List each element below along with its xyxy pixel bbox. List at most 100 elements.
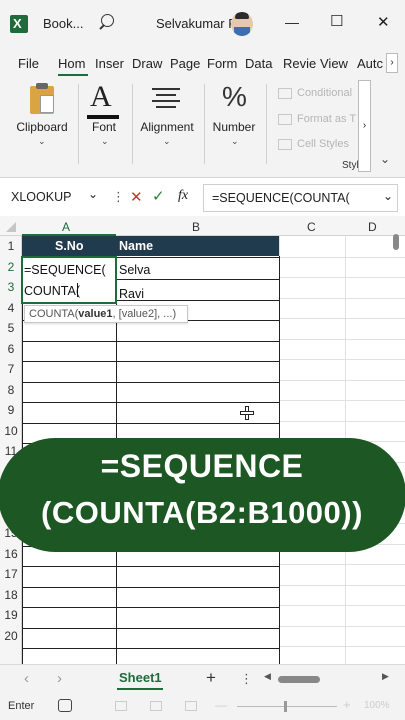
clipboard-chevron-icon[interactable]: ⌄ [38,136,46,147]
name-box-dropdown-icon[interactable]: ⌄ [88,187,98,201]
sheet-options-icon[interactable]: ⋮ [240,671,253,687]
tab-view[interactable]: View [320,56,348,71]
row-header-3[interactable]: 3 [0,280,22,294]
tab-home[interactable]: Hom [58,56,85,71]
row-header-9[interactable]: 9 [0,403,22,417]
tab-formulas[interactable]: Form [207,56,237,71]
sheet-prev-icon[interactable]: ‹ [24,670,29,687]
format-table-icon [278,114,292,125]
cell-b3[interactable]: Ravi [119,287,144,301]
tab-automate[interactable]: Autc [357,56,383,71]
minimize-button[interactable]: — [285,14,299,30]
tooltip-args-rest: , [value2], ...) [112,308,177,320]
tab-review[interactable]: Revie [283,56,316,71]
worksheet-grid[interactable]: A B C D 1234567891011121314151617181920 … [0,216,405,664]
cell-a2[interactable]: =SEQUENCE( [24,263,106,277]
number-label[interactable]: Number [208,120,260,134]
tab-page[interactable]: Page [170,56,200,71]
hscroll-left-icon[interactable]: ◀ [264,671,271,682]
close-button[interactable]: ✕ [377,13,390,31]
row-header-19[interactable]: 19 [0,608,22,622]
vertical-scroll-thumb[interactable] [393,234,399,250]
row-header-18[interactable]: 18 [0,588,22,602]
ribbon-divider [78,84,79,164]
row-header-20[interactable]: 20 [0,629,22,643]
horizontal-scroll-thumb[interactable] [278,676,320,683]
tab-file[interactable]: File [18,56,39,71]
column-header-c[interactable]: C [307,220,316,234]
row-gridline [280,584,405,586]
table-row-border [22,340,280,342]
column-header-b[interactable]: B [192,220,200,234]
row-header-16[interactable]: 16 [0,547,22,561]
status-mode: Enter [8,700,35,712]
number-chevron-icon[interactable]: ⌄ [231,136,239,147]
clipboard-label[interactable]: Clipboard [10,120,74,134]
alignment-label[interactable]: Alignment [134,120,200,134]
column-header-band [0,216,405,236]
maximize-button[interactable]: ☐ [330,12,343,30]
add-sheet-button[interactable]: + [206,668,216,688]
row-gridline [280,379,405,381]
clipboard-icon[interactable] [30,83,54,114]
header-name[interactable]: Name [119,239,153,253]
table-row-border [22,402,280,403]
function-tooltip[interactable]: COUNTA(value1, [value2], ...) [24,305,188,323]
row-header-5[interactable]: 5 [0,321,22,335]
sheet-next-icon[interactable]: › [57,670,62,687]
excel-logo-icon: X [10,15,28,33]
table-row-border [22,361,280,362]
cell-b2[interactable]: Selva [119,263,150,277]
formula-overlay-banner: =SEQUENCE (COUNTA(B2:B1000)) [0,438,405,552]
row-header-6[interactable]: 6 [0,342,22,356]
font-chevron-icon[interactable]: ⌄ [101,136,109,147]
font-label[interactable]: Font [84,120,124,134]
text-cursor [77,283,78,297]
row-header-10[interactable]: 10 [0,424,22,438]
table-row-border [22,648,280,649]
row-header-7[interactable]: 7 [0,362,22,376]
cell-cursor-icon [240,406,254,420]
row-header-2[interactable]: 2 [0,260,22,274]
row-gridline [280,420,405,422]
tab-insert[interactable]: Inser [95,56,124,71]
ribbon-scroll-box[interactable]: › [358,80,371,172]
alignment-icon[interactable] [152,88,180,112]
hscroll-right-icon[interactable]: ▶ [382,671,389,682]
row-header-4[interactable]: 4 [0,301,22,315]
user-name[interactable]: Selvakumar R [156,16,238,31]
name-box[interactable]: XLOOKUP [11,190,71,204]
formula-input[interactable]: =SEQUENCE(COUNTA( [212,191,350,205]
font-icon[interactable]: A [90,80,112,114]
select-all-corner[interactable] [6,222,16,232]
app-title[interactable]: Book... [43,16,83,31]
zoom-level: 100% [364,700,390,711]
enter-icon[interactable]: ✓ [152,187,165,205]
cancel-icon[interactable]: ✕ [130,188,143,206]
format-as-table-label: Format as T [297,113,357,125]
alignment-chevron-icon[interactable]: ⌄ [163,136,171,147]
ribbon-collapse-icon[interactable]: ⌄ [380,152,390,166]
formula-expand-icon[interactable]: ⌄ [383,189,393,203]
insert-function-icon[interactable]: fx [178,188,188,204]
accessibility-icon[interactable] [58,699,72,712]
table-row-border [22,586,280,588]
formula-bar: XLOOKUP ⌄ ⋮ ✕ ✓ fx =SEQUENCE(COUNTA( ⌄ [0,180,405,216]
percent-icon[interactable]: % [222,81,247,113]
formula-input-box[interactable]: =SEQUENCE(COUNTA( ⌄ [203,184,398,212]
sheet-tab-sheet1[interactable]: Sheet1 [119,670,162,685]
column-header-a[interactable]: A [62,220,70,234]
row-header-8[interactable]: 8 [0,383,22,397]
menu-scroll-right-icon[interactable]: › [386,53,398,73]
tab-draw[interactable]: Draw [132,56,162,71]
column-header-d[interactable]: D [368,220,377,234]
cell-a3[interactable]: COUNTA( [24,284,80,298]
avatar[interactable] [231,12,253,36]
row-header-1[interactable]: 1 [0,239,22,253]
row-header-17[interactable]: 17 [0,567,22,581]
tab-data[interactable]: Data [245,56,272,71]
ribbon-divider [204,84,205,164]
sheet-tab-underline [117,688,163,690]
formula-options-icon[interactable]: ⋮ [112,189,125,205]
header-sno[interactable]: S.No [55,239,83,253]
